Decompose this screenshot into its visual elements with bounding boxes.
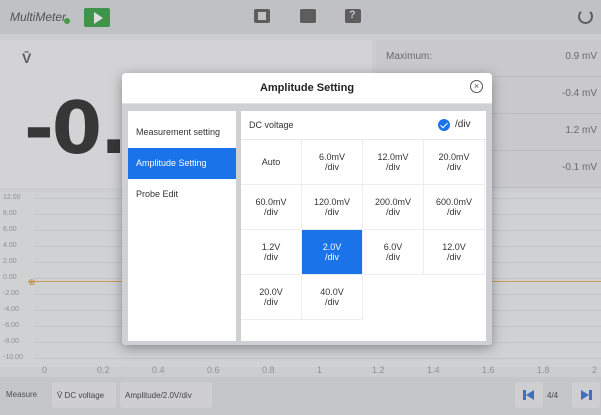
amplitude-option[interactable]: 6.0V /div bbox=[363, 230, 424, 275]
dialog-body: Measurement setting Amplitude Setting Pr… bbox=[122, 104, 492, 345]
amplitude-option[interactable]: 60.0mV /div bbox=[241, 185, 302, 230]
check-icon bbox=[438, 119, 450, 131]
amplitude-option[interactable]: 1.2V /div bbox=[241, 230, 302, 275]
menu-item-amplitude-setting[interactable]: Amplitude Setting bbox=[128, 148, 236, 179]
amplitude-option[interactable]: 20.0V /div bbox=[241, 275, 302, 320]
menu-item-measurement-setting[interactable]: Measurement setting bbox=[128, 117, 236, 148]
amplitude-option[interactable]: 12.0mV /div bbox=[363, 140, 424, 185]
mode-name: DC voltage bbox=[249, 120, 294, 130]
unit-label: /div bbox=[455, 119, 471, 130]
dialog-header: Amplitude Setting × bbox=[122, 73, 492, 104]
mode-header: DC voltage /div bbox=[241, 111, 486, 140]
amplitude-option[interactable]: 2.0V /div bbox=[302, 230, 363, 275]
close-icon[interactable]: × bbox=[470, 80, 483, 93]
amplitude-option[interactable]: 40.0V /div bbox=[302, 275, 363, 320]
amplitude-option[interactable]: 600.0mV /div bbox=[424, 185, 485, 230]
amplitude-option[interactable]: 120.0mV /div bbox=[302, 185, 363, 230]
amplitude-setting-dialog: Amplitude Setting × Measurement setting … bbox=[122, 73, 492, 345]
amplitude-options-panel: DC voltage /div Auto 6.0mV /div 12.0mV /di… bbox=[241, 111, 486, 341]
menu-item-probe-edit[interactable]: Probe Edit bbox=[128, 179, 236, 210]
dialog-title: Amplitude Setting bbox=[259, 82, 355, 94]
amplitude-option[interactable]: 200.0mV /div bbox=[363, 185, 424, 230]
amplitude-option[interactable]: Auto bbox=[241, 140, 302, 185]
amplitude-option[interactable]: 20.0mV /div bbox=[424, 140, 485, 185]
settings-menu: Measurement setting Amplitude Setting Pr… bbox=[128, 111, 236, 341]
amplitude-option[interactable]: 6.0mV /div bbox=[302, 140, 363, 185]
amplitude-option[interactable]: 12.0V /div bbox=[424, 230, 485, 275]
